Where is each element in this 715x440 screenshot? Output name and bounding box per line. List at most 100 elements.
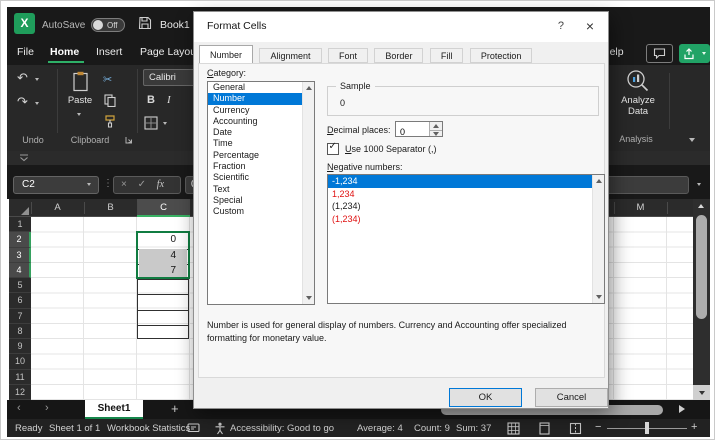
- negative-option[interactable]: (1,234): [328, 200, 604, 213]
- analyze-data-button[interactable]: AnalyzeData: [613, 67, 663, 129]
- bold-button[interactable]: B: [147, 94, 155, 106]
- vertical-scrollbar-thumb[interactable]: [696, 215, 707, 319]
- negative-scrollbar[interactable]: [592, 175, 604, 303]
- row-header[interactable]: 1: [9, 217, 31, 232]
- negative-option-selected[interactable]: -1,234: [328, 175, 604, 188]
- paste-chevron-icon[interactable]: [77, 113, 81, 116]
- dialog-close-button[interactable]: ×: [586, 18, 594, 34]
- tab-file[interactable]: File: [17, 46, 34, 58]
- dialog-tab-border[interactable]: Border: [374, 48, 423, 63]
- page-break-view-button[interactable]: [569, 422, 582, 435]
- row-header[interactable]: 2: [9, 232, 31, 247]
- dialog-tab-font[interactable]: Font: [328, 48, 368, 63]
- row-header[interactable]: 9: [9, 339, 31, 354]
- column-header-a[interactable]: A: [31, 199, 84, 217]
- undo-button[interactable]: ↶: [17, 70, 28, 86]
- save-button[interactable]: [138, 16, 152, 30]
- scroll-down-button[interactable]: [693, 385, 710, 400]
- row-header[interactable]: 7: [9, 309, 31, 324]
- undo-chevron-icon[interactable]: [35, 78, 39, 81]
- negative-option[interactable]: 1,234: [328, 188, 604, 201]
- category-option[interactable]: Custom: [208, 206, 314, 217]
- status-accessibility[interactable]: Accessibility: Good to go: [230, 423, 334, 434]
- decimal-places-input[interactable]: 0: [395, 121, 443, 137]
- add-sheet-button[interactable]: +: [171, 401, 179, 416]
- category-option[interactable]: Time: [208, 138, 314, 149]
- row-header[interactable]: 3: [9, 248, 31, 263]
- negative-option[interactable]: (1,234): [328, 213, 604, 226]
- tab-home[interactable]: Home: [50, 46, 79, 58]
- dialog-tab-protection[interactable]: Protection: [470, 48, 533, 63]
- paste-button[interactable]: Paste: [61, 69, 99, 125]
- dialog-tab-alignment[interactable]: Alignment: [259, 48, 321, 63]
- ribbon-strip-chevron[interactable]: [19, 154, 29, 162]
- zoom-in-button[interactable]: +: [691, 421, 697, 433]
- row-header[interactable]: 10: [9, 354, 31, 369]
- insert-function-icon[interactable]: fx: [149, 179, 164, 190]
- sheet-tab-sheet1[interactable]: Sheet1: [85, 400, 143, 419]
- zoom-out-button[interactable]: −: [595, 421, 601, 433]
- column-header-m[interactable]: M: [614, 199, 667, 217]
- row-header[interactable]: 11: [9, 370, 31, 385]
- select-all-corner[interactable]: [21, 207, 29, 215]
- name-box-chevron-icon[interactable]: [87, 183, 91, 186]
- prev-sheet-button[interactable]: ‹: [17, 402, 21, 414]
- category-option[interactable]: Currency: [208, 105, 314, 116]
- cut-button[interactable]: ✂: [103, 73, 112, 86]
- enter-entry-icon[interactable]: ✓: [130, 179, 146, 190]
- formula-bar-menu[interactable]: ⋮: [103, 178, 113, 189]
- dialog-tab-number[interactable]: Number: [199, 45, 253, 63]
- tab-page-layout[interactable]: Page Layout: [140, 46, 199, 58]
- category-option[interactable]: General: [208, 82, 314, 93]
- display-settings-button[interactable]: [187, 423, 200, 434]
- row-header[interactable]: 4: [9, 263, 31, 278]
- formula-bar-expand-chevron-icon[interactable]: [697, 183, 701, 186]
- dialog-tab-fill[interactable]: Fill: [430, 48, 464, 63]
- column-header-b[interactable]: B: [84, 199, 137, 217]
- page-layout-view-button[interactable]: [538, 422, 551, 435]
- category-option[interactable]: Fraction: [208, 161, 314, 172]
- category-listbox[interactable]: General Number Currency Accounting Date …: [207, 81, 315, 305]
- accessibility-checker-button[interactable]: [214, 422, 226, 435]
- font-name-combobox[interactable]: Calibri: [143, 69, 199, 86]
- row-header[interactable]: 8: [9, 324, 31, 339]
- negative-numbers-listbox[interactable]: -1,234 1,234 (1,234) (1,234): [327, 174, 605, 304]
- workbook-statistics-button[interactable]: Workbook Statistics: [107, 423, 190, 434]
- next-sheet-button[interactable]: ›: [45, 402, 49, 414]
- clipboard-dialog-launcher[interactable]: [125, 136, 133, 144]
- row-header[interactable]: 12: [9, 385, 31, 400]
- category-option[interactable]: Scientific: [208, 172, 314, 183]
- redo-chevron-icon[interactable]: [35, 102, 39, 105]
- category-option[interactable]: Accounting: [208, 116, 314, 127]
- category-option-selected[interactable]: Number: [208, 93, 314, 104]
- category-option[interactable]: Date: [208, 127, 314, 138]
- category-scrollbar[interactable]: [302, 82, 314, 304]
- thousand-separator-checkbox[interactable]: ✓: [327, 143, 339, 155]
- column-header-c[interactable]: C: [137, 199, 190, 217]
- vertical-scrollbar[interactable]: [693, 199, 710, 400]
- format-painter-button[interactable]: [104, 115, 116, 128]
- cancel-button[interactable]: Cancel: [535, 388, 608, 407]
- scroll-up-icon[interactable]: [698, 204, 704, 208]
- scroll-right-icon[interactable]: [679, 405, 685, 413]
- share-button[interactable]: [679, 44, 710, 63]
- autosave-toggle[interactable]: Off: [91, 18, 125, 32]
- dialog-help-button[interactable]: ?: [558, 20, 564, 32]
- row-header[interactable]: 5: [9, 278, 31, 293]
- cancel-entry-icon[interactable]: ×: [114, 179, 127, 190]
- borders-button[interactable]: [144, 116, 158, 130]
- italic-button[interactable]: I: [167, 94, 171, 106]
- comments-button[interactable]: [646, 44, 673, 63]
- borders-chevron-icon[interactable]: [163, 122, 167, 125]
- category-option[interactable]: Percentage: [208, 150, 314, 161]
- tab-insert[interactable]: Insert: [96, 46, 122, 58]
- status-sheet-count[interactable]: Sheet 1 of 1: [49, 423, 100, 434]
- ok-button[interactable]: OK: [449, 388, 522, 407]
- category-option[interactable]: Text: [208, 184, 314, 195]
- row-header[interactable]: 6: [9, 293, 31, 308]
- normal-view-button[interactable]: [507, 422, 520, 435]
- collapse-ribbon-chevron-icon[interactable]: [689, 138, 695, 142]
- zoom-slider-knob[interactable]: [645, 422, 649, 434]
- copy-button[interactable]: [104, 94, 116, 107]
- decimal-spinner[interactable]: [429, 122, 442, 136]
